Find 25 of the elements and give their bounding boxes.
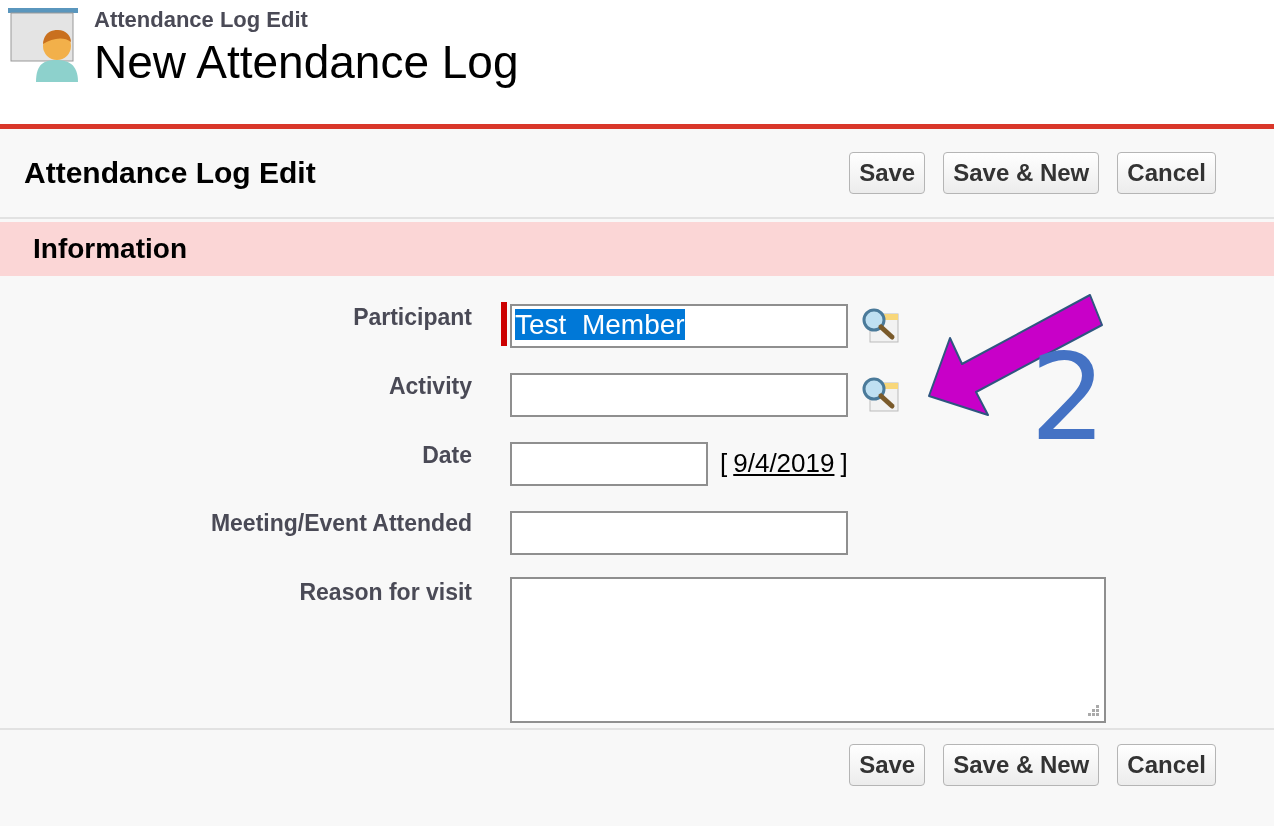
- save-button[interactable]: Save: [849, 152, 926, 194]
- section-title: Information: [33, 233, 187, 265]
- annotation-number: 2: [1030, 338, 1107, 458]
- lookup-field[interactable]: [510, 373, 848, 418]
- save-and-new-button[interactable]: Save & New: [943, 152, 1100, 194]
- resize-grip-icon[interactable]: [1086, 703, 1100, 718]
- save-and-new-button[interactable]: Save & New: [943, 744, 1100, 786]
- text-field[interactable]: [510, 510, 848, 555]
- field-label: Meeting/Event Attended: [209, 509, 472, 539]
- page-title: New Attendance Log: [94, 35, 519, 90]
- field-label: Activity: [387, 371, 472, 401]
- cancel-button[interactable]: Cancel: [1117, 744, 1216, 786]
- bracket: [: [720, 448, 728, 480]
- field-label: Reason for visit: [298, 578, 472, 608]
- today-date-link[interactable]: 9/4/2019: [733, 448, 835, 480]
- date-field[interactable]: [510, 442, 708, 486]
- breadcrumb: Attendance Log Edit: [94, 6, 309, 34]
- bracket: ]: [840, 448, 848, 480]
- lookup-field[interactable]: Test Member: [510, 304, 848, 349]
- save-button[interactable]: Save: [849, 744, 926, 786]
- field-label: Date: [421, 440, 472, 470]
- cancel-button[interactable]: Cancel: [1117, 152, 1216, 194]
- field-label: Participant: [352, 303, 472, 332]
- text-area[interactable]: [510, 577, 1106, 724]
- panel-title: Attendance Log Edit: [24, 156, 316, 190]
